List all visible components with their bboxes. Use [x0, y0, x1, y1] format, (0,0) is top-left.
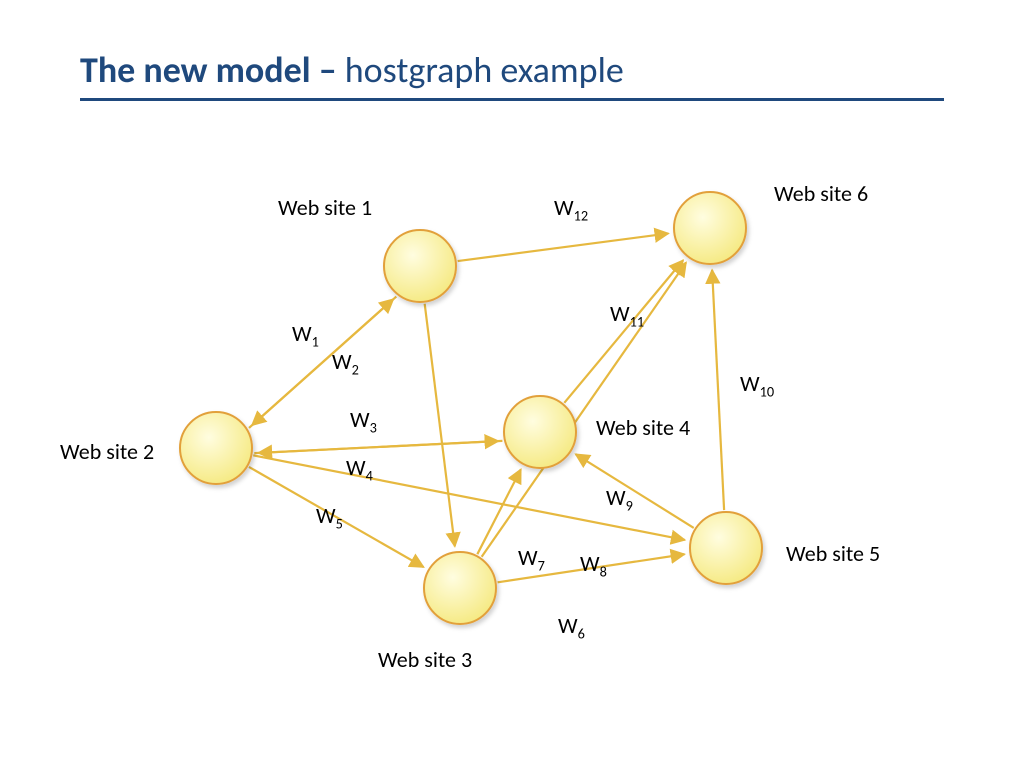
node-label-n3: Web site 3 [378, 646, 472, 673]
edge-label-w5: W5 [316, 502, 343, 532]
edge-label-w12: W12 [554, 194, 588, 224]
node-label-n5: Web site 5 [786, 540, 880, 567]
edge-label-w10: W10 [740, 370, 774, 400]
edge-n3-n6 [482, 262, 686, 556]
edge-n5-n6 [712, 270, 724, 510]
title-bold: The new model – [80, 48, 345, 92]
node-label-n2: Web site 2 [60, 438, 154, 465]
edge-label-w1: W1 [292, 320, 319, 350]
edge-label-w11: W11 [610, 300, 644, 330]
node-n6 [674, 192, 746, 264]
edge-n1-n6 [458, 233, 669, 261]
title-block: The new model – hostgraph example [80, 48, 944, 101]
edge-n4-n2 [258, 441, 502, 453]
title-rest: hostgraph example [345, 48, 624, 92]
node-n4 [504, 396, 576, 468]
edge-n4-n6 [564, 260, 683, 403]
edge-label-w3: W3 [350, 406, 377, 436]
node-n3 [424, 552, 496, 624]
node-n1 [384, 230, 456, 302]
node-n5 [690, 512, 762, 584]
edge-n1-n3 [425, 304, 455, 547]
edge-n5-n4 [576, 454, 694, 528]
slide-title: The new model – hostgraph example [80, 48, 944, 98]
edge-label-w7: W7 [518, 544, 545, 574]
node-label-n1: Web site 1 [278, 194, 372, 221]
edge-label-w8: W8 [580, 550, 607, 580]
edge-label-w2: W2 [332, 348, 359, 378]
edge-label-w9: W9 [606, 484, 633, 514]
diagram-canvas [0, 0, 1024, 768]
node-label-n6: Web site 6 [774, 180, 868, 207]
slide: The new model – hostgraph example Web si… [0, 0, 1024, 768]
edge-n2-n4 [254, 441, 498, 453]
node-label-n4: Web site 4 [596, 414, 690, 441]
edge-n3-n4 [477, 469, 520, 554]
title-rule [80, 98, 944, 101]
edge-label-w4: W4 [346, 454, 373, 484]
node-n2 [180, 412, 252, 484]
edge-label-w6: W6 [558, 612, 585, 642]
